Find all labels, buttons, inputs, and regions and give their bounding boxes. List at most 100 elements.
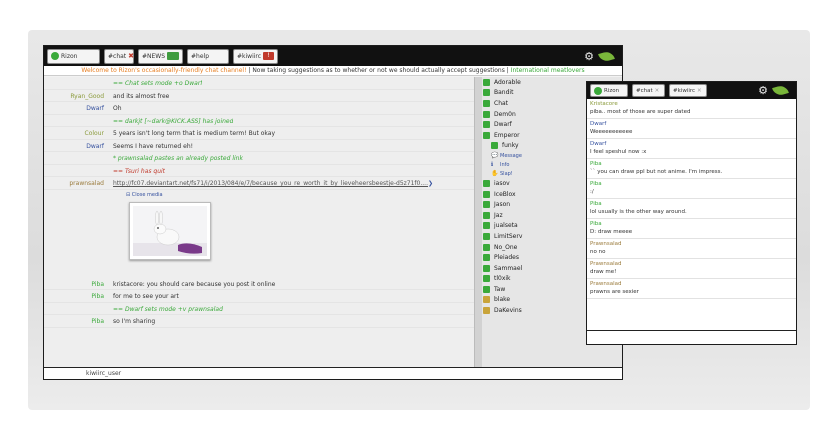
message-input[interactable]: kiwiirc_user [44, 367, 622, 379]
message-row: == darkjt [~dark@KICK.ASS] has joined [44, 115, 474, 127]
message-text: for me to see your art [113, 293, 179, 300]
tab-label: #kiwiirc [237, 52, 262, 60]
message-row: Piba:/ [587, 179, 796, 199]
message-row: Prawnsalad no no [587, 239, 796, 259]
message-text: Seems I have returned eh! [113, 142, 194, 150]
message-row: == Dwarf sets mode +v prawnsalad [44, 303, 474, 315]
message-text: == Chat sets mode +o Dwarf [113, 80, 203, 87]
close-tab-icon[interactable]: ✕ [697, 88, 702, 94]
activity-badge [167, 52, 179, 60]
tab-label: #chat [636, 87, 653, 94]
kiwi-leaf-logo [598, 49, 615, 63]
message-nick[interactable]: Piba [590, 200, 792, 208]
message-row: Ryan_Good and its almost free [44, 90, 474, 102]
close-tab-icon[interactable]: ✖ [128, 52, 134, 60]
main-toolbar: Rizon #chat ✖ #NEWS #help #kiwiirc ! ⚙ [44, 46, 622, 66]
secondary-client-window: Rizon #chat ✕ #kiwiirc ✕ ⚙ Kristacore pib… [586, 81, 797, 345]
message-row: Dwarf Weeeeeeeeeee [587, 119, 796, 139]
message-text: no no [590, 249, 606, 255]
nick-label: Pleiades [494, 254, 519, 262]
nick-action-label: Info [500, 161, 510, 168]
topic-end: International meatlovers [510, 67, 585, 74]
slap-icon: ✋ [491, 170, 499, 178]
tab-help[interactable]: #help [187, 48, 229, 64]
nick-label: blake [494, 296, 511, 304]
secondary-message-input[interactable] [587, 330, 796, 344]
message-text: piba.. most of those are super dated [590, 109, 691, 115]
nick-label: DaKevins [494, 307, 522, 315]
tab-chat[interactable]: #chat ✖ [104, 48, 134, 64]
message-nick[interactable]: Ryan_Good [44, 92, 113, 102]
message-row: Prawnsalad prawns are sexier [587, 279, 796, 299]
message-row: Dwarf Oh [44, 102, 474, 115]
nick-label: iasov [494, 179, 510, 187]
user-status-icon [483, 243, 490, 251]
network-status-icon [594, 86, 602, 95]
message-nick[interactable]: Piba [44, 317, 113, 327]
tab-rizon[interactable]: Rizon [47, 48, 100, 64]
user-status-icon [491, 142, 498, 150]
message-nick[interactable]: Dwarf [590, 140, 792, 148]
nick-label: jualseta [494, 222, 518, 230]
message-nick [44, 79, 113, 89]
message-nick[interactable]: Piba [590, 160, 792, 168]
nick-label: Emperor [494, 131, 520, 139]
user-status-icon [483, 296, 490, 304]
message-nick[interactable]: Piba [44, 292, 113, 302]
message-text: `` you can draw ppl but not anime. I'm i… [590, 169, 723, 175]
message-text: so I'm sharing [113, 318, 156, 325]
toolbar-controls: ⚙ [758, 84, 796, 97]
message-text: == Tsuri has quit [113, 167, 166, 175]
tab-label: #NEWS [142, 52, 166, 60]
message-nick [44, 305, 113, 315]
nick-label: Dwarf [494, 121, 512, 129]
message-nick[interactable]: Piba [44, 280, 113, 290]
nick-label: Chat [494, 99, 509, 107]
nick-label: Jaz [494, 211, 503, 219]
user-status-icon [483, 89, 490, 97]
message-nick[interactable]: Dwarf [44, 142, 113, 152]
tab-chat-secondary[interactable]: #chat ✕ [632, 84, 665, 97]
settings-gear-icon[interactable]: ⚙ [584, 51, 594, 62]
message-nick[interactable]: Dwarf [44, 104, 113, 114]
secondary-message-pane[interactable]: Kristacore piba.. most of those are super… [587, 99, 796, 330]
expand-media-icon[interactable]: ❯ [428, 179, 433, 189]
embedded-media: ⊟ Close media [44, 190, 474, 278]
nick-action-label: Message [500, 152, 522, 159]
message-row: Kristacore piba.. most of those are super… [587, 99, 796, 119]
message-text: and its almost free [113, 92, 170, 100]
settings-gear-icon[interactable]: ⚙ [758, 85, 768, 96]
user-status-icon [483, 222, 490, 230]
message-row: * prawnsalad pastes an already posted li… [44, 152, 474, 165]
message-nick[interactable]: Prawnsalad [590, 280, 792, 288]
message-nick[interactable]: Kristacore [590, 100, 792, 108]
message-nick[interactable]: Dwarf [590, 120, 792, 128]
tab-label: Rizon [604, 87, 620, 94]
tab-kiwiirc[interactable]: #kiwiirc ! [233, 48, 278, 64]
user-status-icon [483, 307, 490, 315]
message-row: == Tsuri has quit [44, 165, 474, 177]
message-nick[interactable]: Colour [44, 129, 113, 139]
message-nick [44, 117, 113, 127]
message-nick[interactable]: Piba [590, 180, 792, 188]
user-status-icon [483, 121, 490, 129]
tab-kiwiirc-secondary[interactable]: #kiwiirc ✕ [669, 84, 707, 97]
message-link[interactable]: http://fc07.deviantart.net/fs71/i/2013/0… [113, 179, 428, 189]
message-text: == Dwarf sets mode +v prawnsalad [113, 305, 223, 313]
message-nick[interactable]: Prawnsalad [590, 260, 792, 268]
nicklist-scrollbar[interactable] [475, 77, 482, 367]
tab-rizon-secondary[interactable]: Rizon [590, 84, 628, 97]
alert-badge-icon: ! [263, 52, 274, 60]
media-thumbnail[interactable] [129, 201, 211, 260]
message-nick[interactable]: Prawnsalad [590, 240, 792, 248]
user-status-icon [483, 190, 490, 198]
message-pane[interactable]: == Chat sets mode +o Dwarf Ryan_Good and i… [44, 77, 474, 367]
message-nick[interactable]: Piba [590, 220, 792, 228]
close-tab-icon[interactable]: ✕ [655, 88, 660, 94]
message-text: :/ [590, 189, 594, 195]
user-status-icon [483, 232, 490, 240]
tab-news[interactable]: #NEWS [138, 48, 183, 64]
nick-label: Jason [494, 201, 511, 209]
close-media-link[interactable]: ⊟ Close media [126, 192, 163, 198]
message-nick[interactable]: prawnsalad [44, 179, 113, 189]
